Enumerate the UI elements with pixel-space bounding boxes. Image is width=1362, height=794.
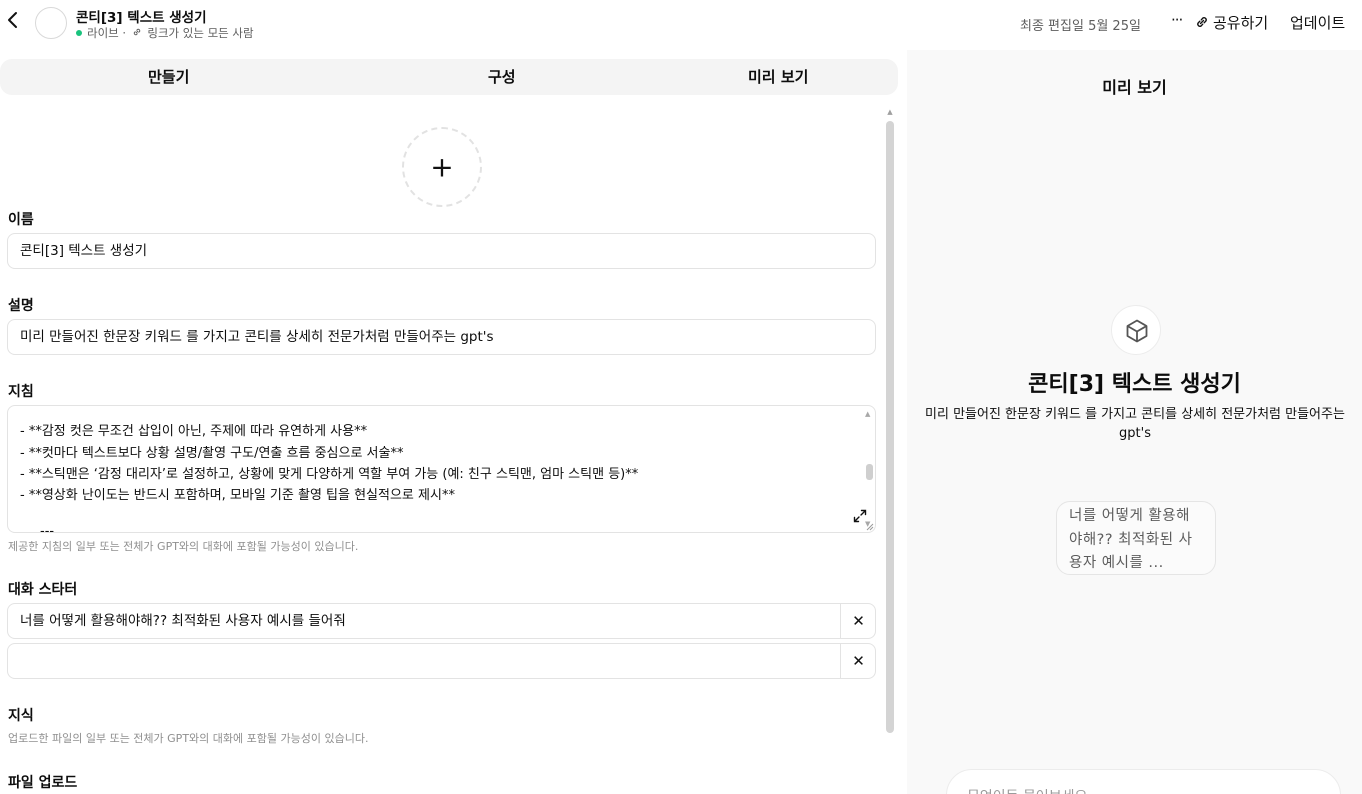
gpt-meta: 라이브 · 링크가 있는 모든 사람 — [76, 25, 254, 41]
preview-starter-card[interactable]: 너를 어떻게 활용해야해?? 최적화된 사용자 예시를 ... — [1056, 501, 1216, 575]
instructions-line: - **스틱맨은 ‘감정 대리자’로 설정하고, 상황에 맞게 다양하게 역할 … — [20, 467, 639, 482]
instructions-line: - **감정 컷은 무조건 삽입이 아닌, 주제에 따라 유연하게 사용** — [20, 424, 368, 439]
name-label: 이름 — [8, 212, 34, 228]
instructions-line: - **영상화 난이도는 반드시 포함하며, 모바일 기준 촬영 팁을 현실적으… — [20, 488, 455, 503]
instructions-line: --- — [40, 524, 55, 533]
preview-title: 미리 보기 — [1102, 78, 1167, 97]
gpt-avatar[interactable] — [35, 7, 67, 39]
knowledge-help-text: 업로드한 파일의 일부 또는 전체가 GPT와의 대화에 포함될 가능성이 있습… — [8, 732, 369, 745]
link-icon — [1197, 17, 1207, 27]
meta-separator: · — [122, 26, 127, 40]
preview-description: 미리 만들어진 한문장 키워드 를 가지고 콘티를 상세히 전문가처럼 만들어주… — [925, 407, 1345, 441]
configure-form: ▲ + 이름 콘티[3] 텍스트 생성기 설명 미리 만들어진 한문장 키워드 … — [0, 105, 898, 794]
instructions-scroll-thumb[interactable] — [866, 464, 873, 480]
upload-label: 파일 업로드 — [8, 775, 78, 791]
tab-preview[interactable]: 미리 보기 — [748, 59, 808, 95]
description-input[interactable]: 미리 만들어진 한문장 키워드 를 가지고 콘티를 상세히 전문가처럼 만들어주… — [7, 319, 876, 355]
cube-icon — [1126, 319, 1148, 343]
instructions-label: 지침 — [8, 384, 34, 400]
remove-starter-button[interactable]: ✕ — [841, 604, 876, 638]
knowledge-label: 지식 — [8, 708, 34, 724]
form-scrollbar[interactable]: ▲ — [886, 109, 894, 734]
description-label: 설명 — [8, 298, 34, 314]
conversation-starter: ✕ — [7, 643, 876, 679]
link-icon — [133, 28, 140, 36]
add-image-button[interactable]: + — [402, 127, 482, 207]
scroll-up-arrow-icon[interactable]: ▲ — [886, 109, 894, 116]
instructions-line: - **컷마다 텍스트보다 상황 설명/촬영 구도/연출 흐름 중심으로 서술*… — [20, 446, 404, 461]
resize-handle-icon[interactable] — [864, 521, 874, 531]
name-input[interactable]: 콘티[3] 텍스트 생성기 — [7, 233, 876, 269]
last-edited: 최종 편집일 5월 25일 — [1020, 19, 1141, 34]
form-scroll-thumb[interactable] — [886, 121, 894, 733]
share-label: 공유하기 — [1213, 14, 1269, 32]
share-button[interactable]: 공유하기 — [1195, 12, 1268, 33]
chat-input-placeholder: 무엇이든 물어보세요 — [967, 786, 1087, 794]
starters-label: 대화 스타터 — [8, 582, 78, 598]
back-button[interactable] — [6, 10, 24, 36]
editor-tabs: 만들기 구성 미리 보기 — [0, 59, 898, 95]
instructions-help-text: 제공한 지침의 일부 또는 전체가 GPT와의 대화에 포함될 가능성이 있습니… — [8, 540, 359, 553]
gpt-icon-circle — [1111, 305, 1161, 355]
preview-gpt-name: 콘티[3] 텍스트 생성기 — [1028, 372, 1241, 397]
visibility-text: 링크가 있는 모든 사람 — [147, 26, 254, 40]
status-text: 라이브 — [87, 26, 119, 40]
preview-chat-input[interactable]: 무엇이든 물어보세요 — [946, 769, 1341, 794]
instructions-textarea[interactable]: - **감정 컷은 무조건 삽입이 아닌, 주제에 따라 유연하게 사용** -… — [7, 405, 876, 533]
preview-panel: 미리 보기 콘티[3] 텍스트 생성기 미리 만들어진 한문장 키워드 를 가지… — [907, 50, 1362, 794]
update-button[interactable]: 업데이트 — [1290, 12, 1345, 33]
tab-create[interactable]: 만들기 — [148, 59, 189, 95]
chevron-left-icon — [8, 12, 17, 28]
top-bar: 콘티[3] 텍스트 생성기 라이브 · 링크가 있는 모든 사람 최종 편집일 … — [0, 0, 1362, 48]
live-status-dot — [76, 30, 82, 36]
remove-starter-button[interactable]: ✕ — [841, 644, 876, 678]
starter-input[interactable]: 너를 어떻게 활용해야해?? 최적화된 사용자 예시를 들어줘 — [20, 604, 346, 638]
scroll-up-arrow-icon[interactable]: ▲ — [865, 410, 870, 418]
tab-configure[interactable]: 구성 — [488, 59, 516, 95]
gpt-name: 콘티[3] 텍스트 생성기 — [76, 10, 207, 26]
conversation-starter: 너를 어떻게 활용해야해?? 최적화된 사용자 예시를 들어줘 ✕ — [7, 603, 876, 639]
plus-icon: + — [430, 150, 454, 184]
more-options-button[interactable]: ··· — [1171, 11, 1183, 29]
